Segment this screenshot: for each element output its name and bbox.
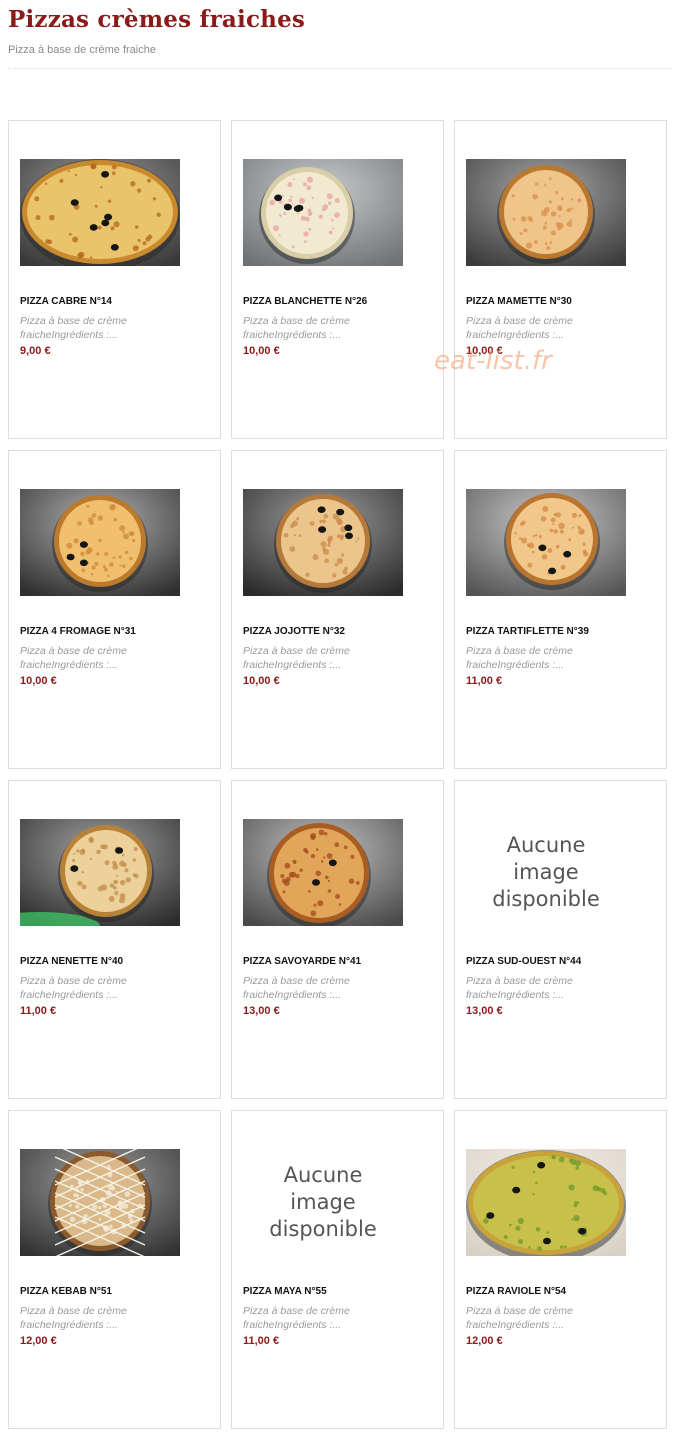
product-price: 9,00 € <box>20 345 51 357</box>
product-price: 13,00 € <box>243 1005 280 1017</box>
page-title: Pizzas crèmes fraiches <box>8 6 306 33</box>
product-card[interactable]: PIZZA SAVOYARDE N°41 Pizza à base de crè… <box>231 780 444 1099</box>
product-price: 10,00 € <box>243 345 280 357</box>
product-name[interactable]: PIZZA MAYA N°55 <box>243 1286 327 1297</box>
product-price: 10,00 € <box>243 675 280 687</box>
product-card[interactable]: PIZZA MAMETTE N°30 Pizza à base de crème… <box>454 120 667 439</box>
product-card[interactable]: PIZZA RAVIOLE N°54 Pizza à base de crème… <box>454 1110 667 1429</box>
product-card[interactable]: PIZZA BLANCHETTE N°26 Pizza à base de cr… <box>231 120 444 439</box>
product-description: Pizza à base de crème fraicheIngrédients… <box>466 315 573 341</box>
product-description: Pizza à base de crème fraicheIngrédients… <box>20 1305 127 1331</box>
product-name[interactable]: PIZZA MAMETTE N°30 <box>466 296 572 307</box>
product-card[interactable]: PIZZA TARTIFLETTE N°39 Pizza à base de c… <box>454 450 667 769</box>
product-description: Pizza à base de crème fraicheIngrédients… <box>243 315 350 341</box>
pizza-nenette-photo[interactable] <box>20 819 180 926</box>
pizza-blanchette-photo[interactable] <box>243 159 403 266</box>
product-card[interactable]: PIZZA CABRE N°14 Pizza à base de crème f… <box>8 120 221 439</box>
product-description: Pizza à base de crème fraicheIngrédients… <box>466 975 573 1001</box>
product-description: Pizza à base de crème fraicheIngrédients… <box>20 645 127 671</box>
product-name[interactable]: PIZZA CABRE N°14 <box>20 296 112 307</box>
pizza-4-fromage-photo[interactable] <box>20 489 180 596</box>
product-grid: PIZZA CABRE N°14 Pizza à base de crème f… <box>8 120 667 1429</box>
product-description: Pizza à base de crème fraicheIngrédients… <box>466 1305 573 1331</box>
product-name[interactable]: PIZZA SAVOYARDE N°41 <box>243 956 361 967</box>
product-card[interactable]: Aucune image disponible PIZZA SUD-OUEST … <box>454 780 667 1099</box>
product-card[interactable]: Aucune image disponible PIZZA MAYA N°55 … <box>231 1110 444 1429</box>
product-price: 10,00 € <box>20 675 57 687</box>
product-name[interactable]: PIZZA SUD-OUEST N°44 <box>466 956 581 967</box>
product-name[interactable]: PIZZA KEBAB N°51 <box>20 1286 112 1297</box>
pizza-jojotte-photo[interactable] <box>243 489 403 596</box>
product-name[interactable]: PIZZA NENETTE N°40 <box>20 956 123 967</box>
pizza-kebab-photo[interactable] <box>20 1149 180 1256</box>
product-card[interactable]: PIZZA JOJOTTE N°32 Pizza à base de crème… <box>231 450 444 769</box>
product-card[interactable]: PIZZA 4 FROMAGE N°31 Pizza à base de crè… <box>8 450 221 769</box>
product-name[interactable]: PIZZA 4 FROMAGE N°31 <box>20 626 136 637</box>
header-divider <box>8 68 672 69</box>
product-price: 12,00 € <box>20 1335 57 1347</box>
pizza-raviole-photo[interactable] <box>466 1149 626 1256</box>
product-price: 12,00 € <box>466 1335 503 1347</box>
product-card[interactable]: PIZZA KEBAB N°51 Pizza à base de crème f… <box>8 1110 221 1429</box>
product-price: 11,00 € <box>20 1005 57 1017</box>
product-name[interactable]: PIZZA JOJOTTE N°32 <box>243 626 345 637</box>
product-name[interactable]: PIZZA TARTIFLETTE N°39 <box>466 626 589 637</box>
product-card[interactable]: PIZZA NENETTE N°40 Pizza à base de crème… <box>8 780 221 1099</box>
pizza-cabre-photo[interactable] <box>20 159 180 266</box>
product-name[interactable]: PIZZA BLANCHETTE N°26 <box>243 296 367 307</box>
no-image-placeholder[interactable]: Aucune image disponible <box>243 1149 403 1256</box>
product-price: 11,00 € <box>466 675 503 687</box>
product-description: Pizza à base de crème fraicheIngrédients… <box>20 315 127 341</box>
product-price: 13,00 € <box>466 1005 503 1017</box>
pizza-tartiflette-photo[interactable] <box>466 489 626 596</box>
product-price: 11,00 € <box>243 1335 280 1347</box>
product-description: Pizza à base de crème fraicheIngrédients… <box>243 975 350 1001</box>
page-subtitle: Pizza à base de crème fraiche <box>8 44 156 56</box>
pizza-mamette-photo[interactable] <box>466 159 626 266</box>
product-description: Pizza à base de crème fraicheIngrédients… <box>20 975 127 1001</box>
pizza-savoyarde-photo[interactable] <box>243 819 403 926</box>
product-name[interactable]: PIZZA RAVIOLE N°54 <box>466 1286 566 1297</box>
product-description: Pizza à base de crème fraicheIngrédients… <box>243 1305 350 1331</box>
product-description: Pizza à base de crème fraicheIngrédients… <box>243 645 350 671</box>
product-price: 10,00 € <box>466 345 503 357</box>
no-image-placeholder[interactable]: Aucune image disponible <box>466 819 626 926</box>
product-description: Pizza à base de crème fraicheIngrédients… <box>466 645 573 671</box>
